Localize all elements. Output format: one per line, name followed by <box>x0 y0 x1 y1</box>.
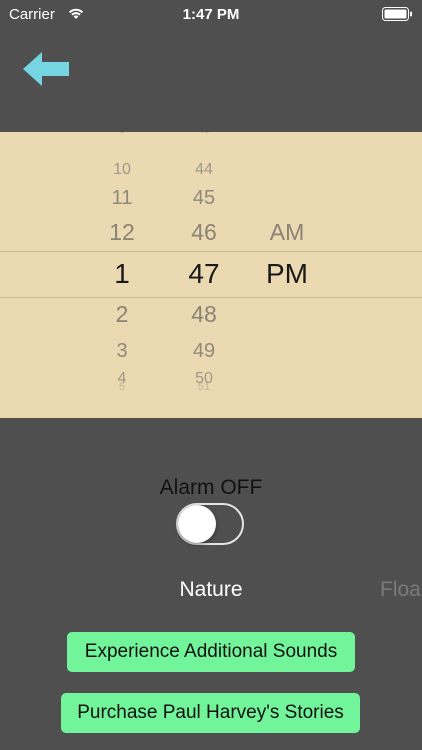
alarm-status-label: Alarm OFF <box>159 476 263 499</box>
sound-option-current[interactable]: Nature <box>0 578 422 602</box>
minute-option-45[interactable]: 45 <box>174 188 234 208</box>
status-bar: Carrier 1:47 PM <box>0 0 422 30</box>
hour-option-5[interactable]: 5 <box>92 382 152 392</box>
hour-option-1[interactable]: 1 <box>92 260 152 288</box>
period-option-PM[interactable]: PM <box>256 260 318 288</box>
sound-option-next[interactable]: Floa <box>380 578 421 602</box>
hour-option-9[interactable]: 9 <box>92 132 152 136</box>
minute-option-44[interactable]: 44 <box>174 162 234 178</box>
battery-icon <box>382 7 413 25</box>
hour-option-3[interactable]: 3 <box>92 341 152 361</box>
minute-option-47[interactable]: 47 <box>174 260 234 288</box>
minute-option-51[interactable]: 51 <box>174 382 234 392</box>
minute-option-48[interactable]: 48 <box>174 303 234 326</box>
time-picker[interactable]: 910111212345 434445464748495051 AMPM <box>0 132 422 418</box>
period-option-AM[interactable]: AM <box>256 221 318 244</box>
toggle-knob <box>178 505 216 543</box>
hour-wheel[interactable]: 910111212345 <box>92 132 152 418</box>
minute-wheel[interactable]: 434445464748495051 <box>174 132 234 418</box>
back-button[interactable] <box>22 50 70 88</box>
hour-option-10[interactable]: 10 <box>92 162 152 178</box>
hour-option-12[interactable]: 12 <box>92 221 152 244</box>
arrow-left-icon <box>23 52 69 86</box>
hour-option-11[interactable]: 11 <box>92 188 152 208</box>
minute-option-43[interactable]: 43 <box>174 132 234 136</box>
experience-additional-sounds-button[interactable]: Experience Additional Sounds <box>67 632 355 672</box>
status-time: 1:47 PM <box>182 6 240 23</box>
alarm-toggle[interactable] <box>176 503 244 545</box>
hour-option-2[interactable]: 2 <box>92 303 152 326</box>
minute-option-46[interactable]: 46 <box>174 221 234 244</box>
minute-option-49[interactable]: 49 <box>174 341 234 361</box>
period-wheel[interactable]: AM PM <box>256 132 318 418</box>
purchase-paul-harvey-stories-button[interactable]: Purchase Paul Harvey's Stories <box>61 693 360 733</box>
